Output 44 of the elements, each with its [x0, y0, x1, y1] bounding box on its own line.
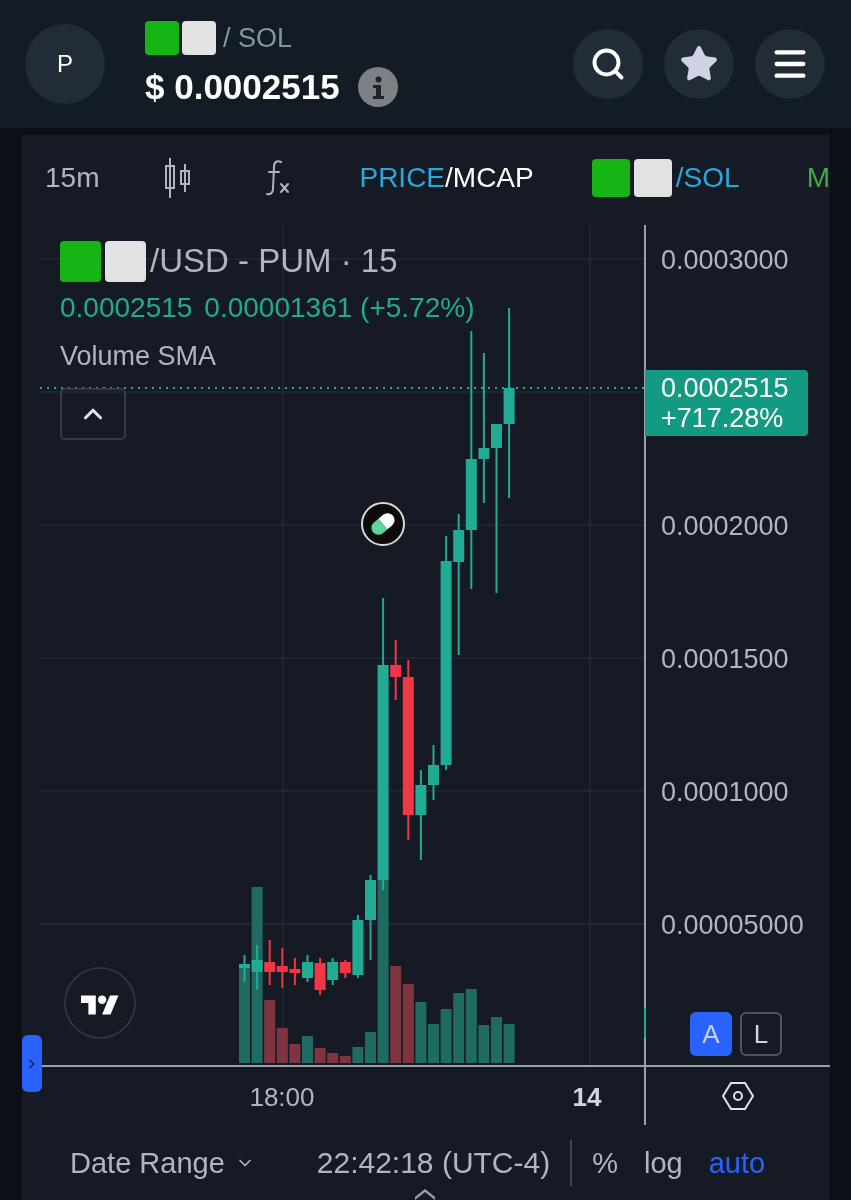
price-text: $ 0.0002515 — [145, 67, 340, 107]
axis-marker — [644, 1008, 646, 1038]
scale-option-button[interactable]: % — [592, 1144, 618, 1181]
value-mode-tab[interactable]: MCAP — [452, 160, 534, 195]
search-icon — [590, 46, 626, 82]
price-tick-label: 0.00005000 — [661, 910, 804, 940]
collapse-button[interactable] — [60, 388, 126, 440]
volume-bar — [503, 1024, 515, 1063]
time-tick-label: 14 — [572, 1082, 602, 1112]
last-price-value: 0.0002515 — [661, 373, 790, 403]
expand-tab[interactable] — [22, 1035, 42, 1092]
price-tick-label: 0.0001500 — [661, 644, 789, 674]
drag-handle-icon[interactable] — [415, 1189, 435, 1200]
interval-button[interactable]: 15m — [45, 160, 100, 195]
next-toolbar-item[interactable]: M — [806, 160, 830, 195]
scale-option-button[interactable]: auto — [708, 1144, 766, 1181]
volume-bar — [453, 993, 465, 1063]
date-range-button[interactable]: Date Range — [70, 1144, 255, 1181]
quote-toggle[interactable]: /SOL — [675, 160, 740, 195]
volume-bar — [440, 1009, 452, 1063]
pair-quote: / SOL — [223, 22, 293, 55]
mode-separator: / — [445, 160, 453, 195]
last-price-change: +717.28% — [661, 403, 785, 433]
info-icon[interactable] — [357, 67, 398, 107]
pill-marker-icon[interactable] — [361, 502, 405, 546]
price-tick-label: 0.0002000 — [661, 511, 789, 541]
logo-icon[interactable] — [64, 967, 136, 1039]
clock-text: 22:42:18 (UTC-4) — [316, 1144, 551, 1181]
volume-bar — [491, 1017, 502, 1063]
scale-option-button[interactable]: log — [644, 1144, 683, 1181]
price-tick-label: 0.0001000 — [661, 777, 789, 807]
legend-value: 0.00001361 (+5.72%) — [204, 292, 475, 324]
avatar[interactable]: P — [25, 24, 105, 104]
settings-icon[interactable] — [722, 1080, 754, 1112]
indicator-label: Volume SMA — [60, 340, 217, 372]
value-mode-tab[interactable]: PRICE — [359, 160, 446, 195]
price-tick-label: 0.0003000 — [661, 245, 789, 275]
legend-value: 0.0002515 — [60, 292, 193, 324]
time-tick-label: 18:00 — [249, 1082, 315, 1112]
legend-title: /USD - PUM · 15 — [150, 241, 398, 281]
candle — [264, 939, 276, 986]
candle — [314, 957, 326, 996]
scale-mode-button[interactable]: L — [740, 1012, 782, 1056]
candle — [302, 954, 313, 983]
